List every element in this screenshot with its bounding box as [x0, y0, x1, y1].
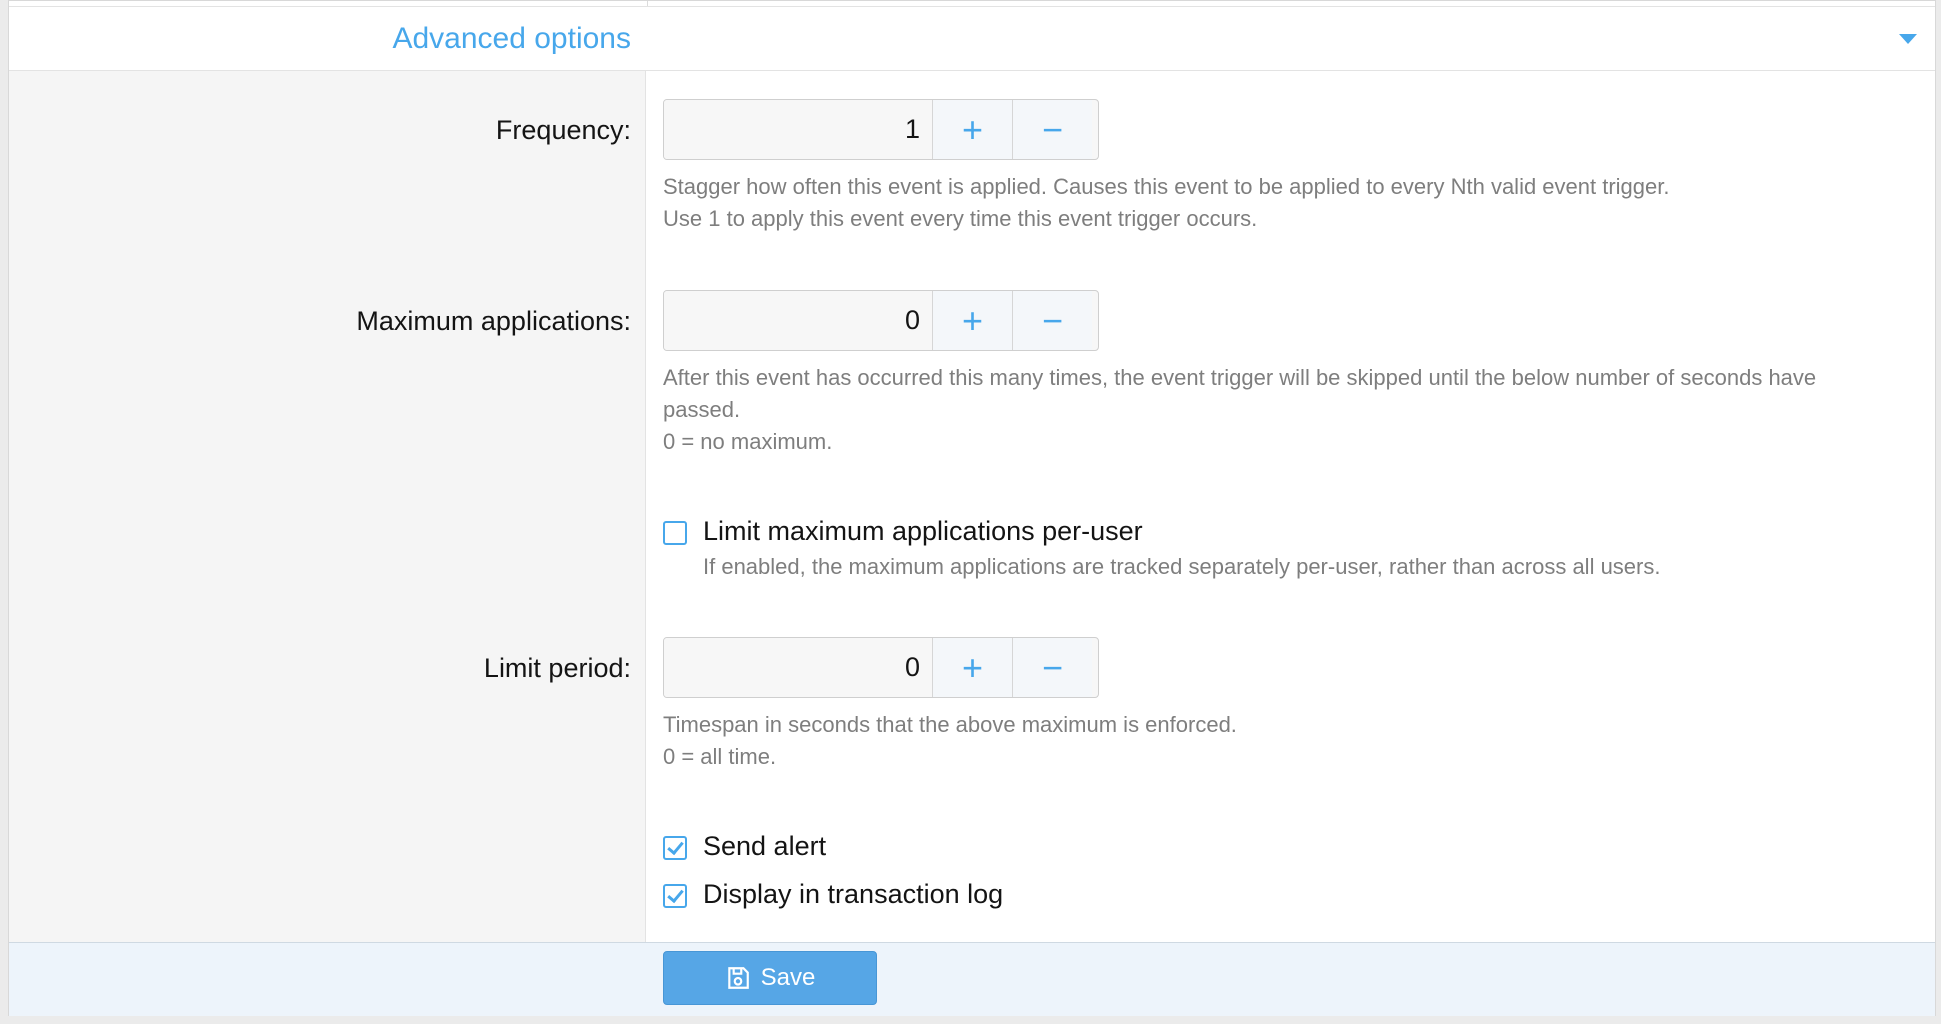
max-applications-increment-button[interactable]: + — [932, 291, 1012, 350]
limit-period-help: Timespan in seconds that the above maxim… — [663, 709, 1925, 773]
frequency-help: Stagger how often this event is applied.… — [663, 171, 1925, 235]
max-applications-label: Maximum applications: — [356, 306, 631, 336]
per-user-checkbox[interactable] — [663, 521, 687, 545]
help-line: Timespan in seconds that the above maxim… — [663, 712, 1237, 737]
max-applications-input[interactable] — [664, 291, 932, 350]
section-title[interactable]: Advanced options — [392, 22, 631, 56]
help-line: Use 1 to apply this event every time thi… — [663, 206, 1258, 231]
frequency-input[interactable] — [664, 100, 932, 159]
label-column — [9, 71, 646, 942]
limit-period-label: Limit period: — [483, 653, 631, 683]
transaction-log-label[interactable]: Display in transaction log — [703, 879, 1003, 910]
transaction-log-checkbox[interactable] — [663, 884, 687, 908]
section-header[interactable]: Advanced options — [9, 7, 1935, 71]
save-button[interactable]: Save — [663, 951, 877, 1005]
max-applications-stepper: + − — [663, 290, 1099, 351]
form-footer: Save — [9, 942, 1935, 1016]
frequency-label: Frequency: — [495, 115, 631, 145]
limit-period-decrement-button[interactable]: − — [1012, 638, 1092, 697]
send-alert-label[interactable]: Send alert — [703, 831, 826, 862]
help-line: 0 = no maximum. — [663, 429, 833, 454]
save-icon — [727, 967, 749, 989]
frequency-stepper: + − — [663, 99, 1099, 160]
per-user-help: If enabled, the maximum applications are… — [703, 554, 1661, 579]
save-label: Save — [760, 964, 816, 991]
max-applications-help: After this event has occurred this many … — [663, 362, 1925, 458]
limit-period-increment-button[interactable]: + — [932, 638, 1012, 697]
frequency-increment-button[interactable]: + — [932, 100, 1012, 159]
help-line: After this event has occurred this many … — [663, 365, 1817, 390]
help-line: 0 = all time. — [663, 744, 777, 769]
chevron-down-icon[interactable] — [1899, 34, 1917, 44]
help-line: Stagger how often this event is applied.… — [663, 174, 1670, 199]
help-line: passed. — [663, 397, 741, 422]
max-applications-decrement-button[interactable]: − — [1012, 291, 1092, 350]
frequency-decrement-button[interactable]: − — [1012, 100, 1092, 159]
send-alert-checkbox[interactable] — [663, 836, 687, 860]
advanced-options-panel: Advanced options Frequency: + − Stagger … — [8, 0, 1936, 1016]
limit-period-stepper: + − — [663, 637, 1099, 698]
per-user-label[interactable]: Limit maximum applications per-user — [703, 516, 1143, 547]
limit-period-input[interactable] — [664, 638, 932, 697]
